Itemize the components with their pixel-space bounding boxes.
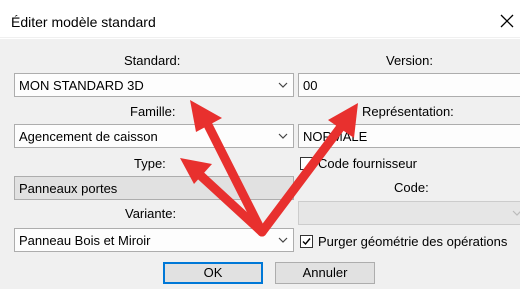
- standard-label: Standard:: [124, 53, 181, 68]
- code-label: Code:: [394, 180, 429, 195]
- famille-label: Famille:: [130, 104, 176, 119]
- version-label: Version:: [386, 53, 433, 68]
- close-icon: [500, 14, 514, 28]
- code-select[interactable]: [298, 201, 520, 225]
- dialog-title: Éditer modèle standard: [11, 14, 156, 30]
- chevron-down-icon: [278, 133, 288, 139]
- dialog-body: Standard: Version: MON STANDARD 3D 00 Fa…: [0, 39, 520, 289]
- chevron-down-icon: [278, 237, 288, 243]
- type-select[interactable]: Panneaux portes: [14, 176, 294, 200]
- ok-button[interactable]: OK: [163, 262, 263, 284]
- version-select[interactable]: 00: [298, 73, 520, 97]
- chevron-down-icon: [278, 82, 288, 88]
- variante-select[interactable]: Panneau Bois et Miroir: [14, 228, 294, 252]
- variante-value: Panneau Bois et Miroir: [19, 233, 151, 248]
- purger-label: Purger géométrie des opérations: [318, 234, 508, 249]
- type-value: Panneaux portes: [19, 181, 118, 196]
- type-label: Type:: [134, 156, 166, 171]
- representation-select[interactable]: NORMALE: [298, 124, 520, 148]
- version-value: 00: [303, 78, 318, 93]
- annuler-button[interactable]: Annuler: [275, 262, 375, 284]
- famille-select[interactable]: Agencement de caisson: [14, 124, 294, 148]
- checkmark-icon: [302, 238, 311, 246]
- standard-select[interactable]: MON STANDARD 3D: [14, 73, 294, 97]
- chevron-down-icon: [512, 210, 520, 216]
- famille-value: Agencement de caisson: [19, 129, 158, 144]
- code-fournisseur-label: Code fournisseur: [318, 156, 417, 171]
- purger-checkbox[interactable]: [300, 235, 313, 248]
- title-bar: Éditer modèle standard: [0, 0, 520, 38]
- standard-value: MON STANDARD 3D: [19, 78, 144, 93]
- code-fournisseur-checkbox[interactable]: [300, 157, 313, 170]
- close-button[interactable]: [495, 9, 519, 33]
- representation-label: Représentation:: [362, 104, 454, 119]
- variante-label: Variante:: [125, 206, 177, 221]
- editer-modele-dialog: Éditer modèle standard Standard: Version…: [0, 0, 520, 289]
- representation-value: NORMALE: [303, 129, 368, 144]
